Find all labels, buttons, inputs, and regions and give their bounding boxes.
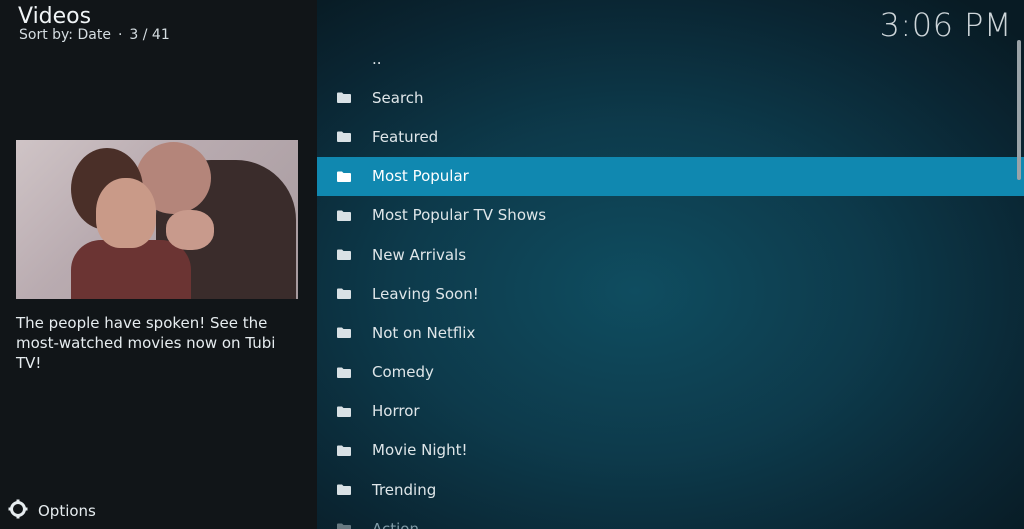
list-item-search[interactable]: Search <box>317 78 1024 117</box>
list-item-label: Not on Netflix <box>372 323 476 342</box>
folder-icon <box>337 92 351 104</box>
list-item-label: Most Popular <box>372 167 469 186</box>
folder-icon <box>337 171 351 182</box>
list-item-horror[interactable]: Horror <box>317 392 1024 431</box>
file-list: .. Search Featured Most Popular Most Pop… <box>317 39 1024 529</box>
list-item-new-arrivals[interactable]: New Arrivals <box>317 235 1024 274</box>
list-item-label: Action <box>372 519 419 529</box>
list-item-parent[interactable]: .. <box>317 39 1024 78</box>
list-item-label: Leaving Soon! <box>372 284 479 303</box>
folder-icon <box>337 210 351 221</box>
list-item-label: New Arrivals <box>372 245 467 264</box>
folder-icon <box>337 288 351 300</box>
list-item-featured[interactable]: Featured <box>317 117 1024 156</box>
list-item-label: Featured <box>372 127 439 146</box>
list-item-action[interactable]: Action <box>317 509 1024 529</box>
options-label: Options <box>38 502 96 520</box>
plot-description: The people have spoken! See the most-wat… <box>16 314 276 372</box>
file-list-panel: 3:06 PM .. Search Featured Most Popular … <box>317 0 1024 529</box>
list-item-trending[interactable]: Trending <box>317 470 1024 509</box>
list-item-comedy[interactable]: Comedy <box>317 353 1024 392</box>
poster-thumbnail <box>16 140 298 299</box>
list-scrollbar[interactable] <box>1017 40 1021 180</box>
gear-icon <box>8 499 28 523</box>
list-item-label: Horror <box>372 402 420 421</box>
sort-info: Sort by: Date · 3 / 41 <box>19 27 170 43</box>
list-item-movie-night[interactable]: Movie Night! <box>317 431 1024 470</box>
sort-label: Sort by: Date <box>19 27 111 43</box>
list-item-label: Comedy <box>372 363 434 382</box>
list-item-most-popular-tv-shows[interactable]: Most Popular TV Shows <box>317 196 1024 235</box>
info-panel: Videos Sort by: Date · 3 / 41 The people h… <box>0 0 317 529</box>
folder-icon <box>337 406 351 417</box>
list-item-label: Search <box>372 88 424 107</box>
options-button[interactable]: Options <box>8 499 96 523</box>
list-item-label: Movie Night! <box>372 441 468 460</box>
folder-icon <box>337 249 351 260</box>
list-item-label: .. <box>372 49 382 68</box>
folder-icon <box>337 484 351 496</box>
folder-icon <box>337 523 351 529</box>
list-item-leaving-soon[interactable]: Leaving Soon! <box>317 274 1024 313</box>
folder-icon <box>337 367 351 378</box>
folder-icon <box>337 445 351 456</box>
folder-icon <box>337 131 351 143</box>
list-item-not-on-netflix[interactable]: Not on Netflix <box>317 313 1024 352</box>
window-title: Videos <box>18 4 92 29</box>
list-item-most-popular[interactable]: Most Popular <box>317 156 1024 196</box>
item-position: 3 / 41 <box>129 27 170 43</box>
list-item-label: Trending <box>372 480 437 499</box>
list-item-label: Most Popular TV Shows <box>372 206 547 225</box>
folder-icon <box>337 327 351 339</box>
